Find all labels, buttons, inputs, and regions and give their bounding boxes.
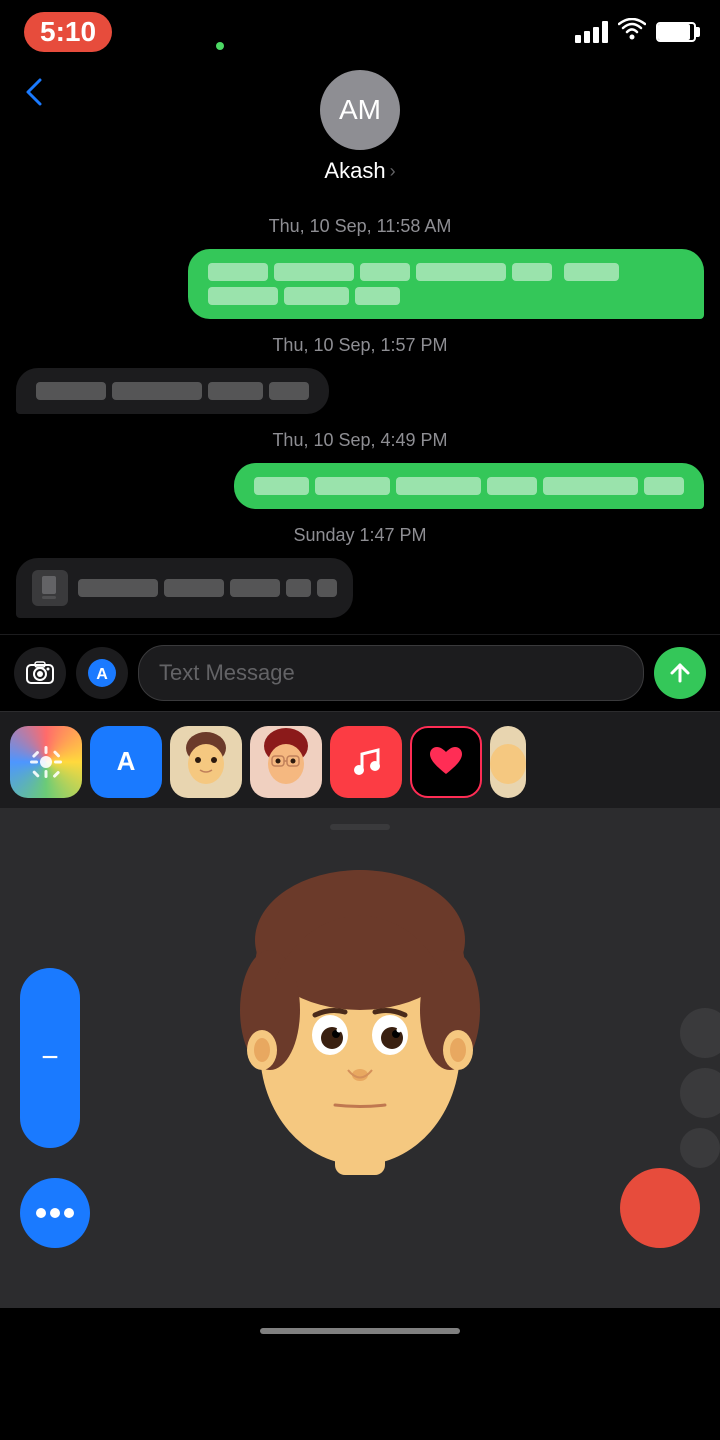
three-dots-button[interactable] — [20, 1178, 90, 1248]
message-input[interactable]: Text Message — [138, 645, 644, 701]
drag-handle[interactable] — [330, 824, 390, 830]
tray-partial-icon[interactable] — [490, 726, 526, 798]
avatar: AM — [320, 70, 400, 150]
back-button[interactable] — [20, 70, 50, 123]
signal-bars-icon — [575, 21, 608, 43]
status-icons — [575, 18, 696, 46]
message-sent-1[interactable] — [16, 249, 704, 319]
bubble-received-2 — [16, 558, 353, 618]
timestamp-1: Thu, 10 Sep, 11:58 AM — [16, 216, 704, 237]
tray-memoji2-icon[interactable] — [250, 726, 322, 798]
received-redacted-content — [78, 579, 337, 597]
status-bar: 5:10 — [0, 0, 720, 60]
appstore-button[interactable]: A — [76, 647, 128, 699]
message-received-2[interactable] — [16, 558, 704, 618]
tray-music-icon[interactable] — [330, 726, 402, 798]
messages-area: Thu, 10 Sep, 11:58 AM Thu, 10 Sep, 1:57 … — [0, 216, 720, 634]
send-button[interactable] — [654, 647, 706, 699]
timestamp-3: Thu, 10 Sep, 4:49 PM — [16, 430, 704, 451]
message-placeholder: Text Message — [159, 660, 295, 686]
attachment-icon — [32, 570, 68, 606]
right-side-circles — [680, 1008, 720, 1168]
wifi-icon — [618, 18, 646, 46]
message-sent-2[interactable] — [16, 463, 704, 509]
timestamp-4: Sunday 1:47 PM — [16, 525, 704, 546]
status-time: 5:10 — [24, 12, 112, 52]
tray-photos-icon[interactable] — [10, 726, 82, 798]
bubble-sent-1 — [188, 249, 704, 319]
home-bar — [260, 1328, 460, 1334]
input-bar: A Text Message — [0, 634, 720, 711]
battery-icon — [656, 22, 696, 42]
tray-appstore-icon[interactable]: A — [90, 726, 162, 798]
memoji-panel — [0, 808, 720, 1308]
contact-chevron-icon: › — [390, 161, 396, 182]
timestamp-2: Thu, 10 Sep, 1:57 PM — [16, 335, 704, 356]
side-circle-3 — [680, 1128, 720, 1168]
chat-header: AM Akash › — [0, 60, 720, 200]
memoji-face — [220, 860, 500, 1180]
svg-text:A: A — [117, 746, 136, 776]
side-left-button[interactable] — [20, 968, 80, 1148]
tray-memoji1-icon[interactable] — [170, 726, 242, 798]
tray-fitness-icon[interactable] — [410, 726, 482, 798]
dot-indicator — [216, 42, 224, 50]
side-circle-2 — [680, 1068, 720, 1118]
app-tray: A — [0, 711, 720, 808]
svg-text:A: A — [96, 666, 108, 683]
record-button[interactable] — [620, 1168, 700, 1248]
home-indicator — [0, 1308, 720, 1344]
side-circle-1 — [680, 1008, 720, 1058]
contact-name[interactable]: Akash › — [324, 158, 395, 184]
bubble-received-1 — [16, 368, 329, 414]
message-received-1[interactable] — [16, 368, 704, 414]
camera-button[interactable] — [14, 647, 66, 699]
bubble-sent-2 — [234, 463, 704, 509]
